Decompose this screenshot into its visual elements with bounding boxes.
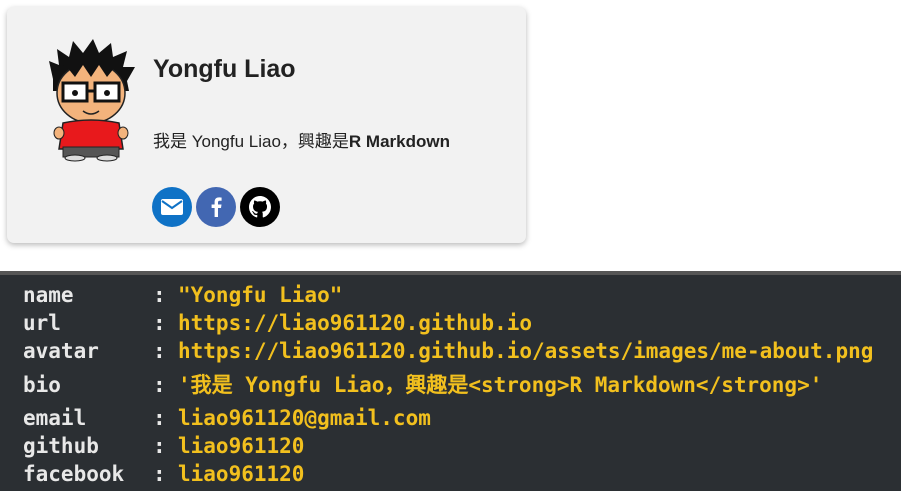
cartoon-avatar — [49, 39, 135, 162]
yaml-value: https://liao961120.github.io/assets/imag… — [178, 339, 874, 363]
yaml-value: '我是 Yongfu Liao，興趣是<strong>R Markdown</s… — [178, 373, 823, 397]
yaml-key: email — [23, 406, 87, 430]
yaml-colon: : — [153, 311, 166, 335]
facebook-icon — [211, 197, 222, 217]
github-icon — [249, 196, 271, 218]
yaml-value: liao961120@gmail.com — [178, 406, 431, 430]
yaml-row-email: email: liao961120@gmail.com — [23, 404, 431, 432]
bio-strong-text: R Markdown — [348, 132, 450, 151]
yaml-row-url: url: https://liao961120.github.io — [23, 309, 532, 337]
yaml-row-name: name: "Yongfu Liao" — [23, 281, 342, 309]
yaml-row-facebook: facebook: liao961120 — [23, 460, 304, 488]
yaml-row-bio: bio: '我是 Yongfu Liao，興趣是<strong>R Markdow… — [23, 371, 822, 399]
yaml-key: github — [23, 434, 99, 458]
profile-card: Yongfu Liao 我是 Yongfu Liao，興趣是R Markdown — [7, 7, 526, 243]
github-button[interactable] — [240, 187, 280, 227]
bio-text: 我是 Yongfu Liao，興趣是 — [153, 132, 349, 151]
yaml-colon: : — [153, 283, 166, 307]
yaml-row-avatar: avatar: https://liao961120.github.io/asse… — [23, 337, 873, 365]
yaml-row-github: github: liao961120 — [23, 432, 304, 460]
profile-name: Yongfu Liao — [153, 55, 296, 83]
yaml-colon: : — [153, 406, 166, 430]
yaml-colon: : — [153, 373, 166, 397]
envelope-icon — [161, 199, 183, 215]
yaml-colon: : — [153, 434, 166, 458]
email-button[interactable] — [152, 187, 192, 227]
yaml-key: name — [23, 283, 74, 307]
yaml-key: avatar — [23, 339, 99, 363]
yaml-colon: : — [153, 462, 166, 486]
social-links — [152, 187, 280, 227]
yaml-key: bio — [23, 373, 61, 397]
yaml-value: https://liao961120.github.io — [178, 311, 533, 335]
yaml-value: liao961120 — [178, 462, 305, 486]
yaml-colon: : — [153, 339, 166, 363]
yaml-value: "Yongfu Liao" — [178, 283, 343, 307]
facebook-button[interactable] — [196, 187, 236, 227]
yaml-terminal: name: "Yongfu Liao" url: https://liao96112… — [0, 271, 901, 491]
yaml-value: liao961120 — [178, 434, 305, 458]
yaml-key: url — [23, 311, 61, 335]
yaml-key: facebook — [23, 462, 125, 486]
profile-bio: 我是 Yongfu Liao，興趣是R Markdown — [153, 127, 450, 152]
